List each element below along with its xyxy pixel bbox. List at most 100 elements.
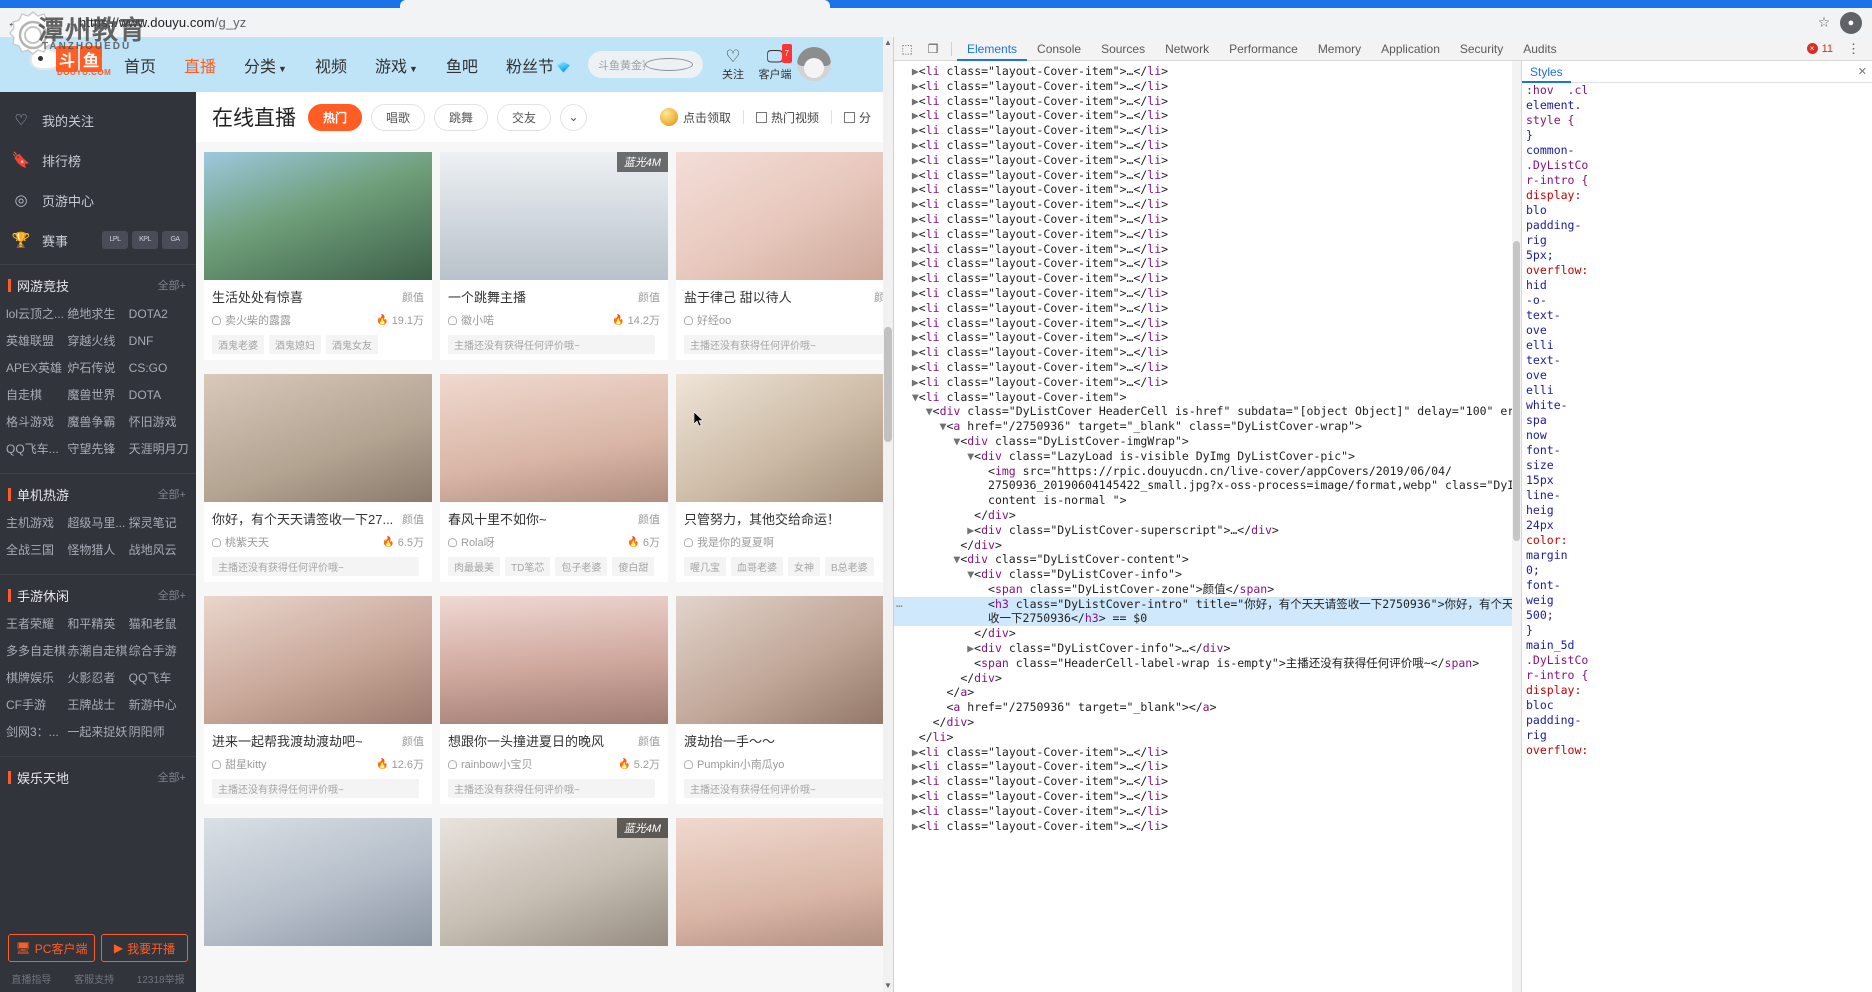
dom-node-line[interactable]: </a> bbox=[894, 685, 1521, 700]
dom-node-line[interactable]: </div> bbox=[894, 626, 1521, 641]
tab-network[interactable]: Network bbox=[1155, 37, 1219, 61]
stream-thumbnail[interactable] bbox=[676, 818, 893, 946]
style-rule-line[interactable]: margin bbox=[1522, 548, 1872, 563]
dom-node-line[interactable]: ▶<li class="layout-Cover-item">…</li> bbox=[894, 286, 1521, 301]
style-rule-line[interactable]: text- bbox=[1522, 308, 1872, 323]
reload-icon[interactable] bbox=[53, 12, 75, 34]
dom-node-line[interactable]: <a href="/2750936" target="_blank"></a> bbox=[894, 700, 1521, 715]
filter-chip-singing[interactable]: 唱歌 bbox=[371, 103, 426, 131]
cat-link[interactable]: 天涯明月刀 bbox=[129, 436, 190, 463]
dom-node-line[interactable]: ▶<li class="layout-Cover-item">…</li> bbox=[894, 774, 1521, 789]
cat-link[interactable]: 魔兽争霸 bbox=[67, 409, 128, 436]
dom-node-line[interactable]: ▶<li class="layout-Cover-item">…</li> bbox=[894, 182, 1521, 197]
forward-arrow-icon[interactable] bbox=[28, 12, 50, 34]
cat-link[interactable]: 炉石传说 bbox=[67, 355, 128, 382]
cat-link[interactable]: DOTA2 bbox=[129, 301, 190, 328]
scrollbar-thumb[interactable] bbox=[1513, 241, 1520, 541]
dom-node-line[interactable]: ▶<li class="layout-Cover-item">…</li> bbox=[894, 345, 1521, 360]
dom-node-line[interactable]: </div> bbox=[894, 715, 1521, 730]
stream-thumbnail[interactable]: 蓝光4M bbox=[440, 152, 668, 280]
tab-styles[interactable]: Styles bbox=[1522, 61, 1571, 83]
style-rule-line[interactable]: 0; bbox=[1522, 563, 1872, 578]
dom-node-line[interactable]: ▶<li class="layout-Cover-item">…</li> bbox=[894, 64, 1521, 79]
cat-link[interactable]: QQ飞车 bbox=[129, 665, 190, 692]
tab-memory[interactable]: Memory bbox=[1308, 37, 1371, 61]
filter-chip-hot[interactable]: 热门 bbox=[308, 103, 363, 131]
dom-node-line[interactable]: </div> bbox=[894, 538, 1521, 553]
hot-video-link[interactable]: 热门视频 bbox=[755, 109, 819, 126]
style-rule-line[interactable]: elli bbox=[1522, 338, 1872, 353]
dom-node-line[interactable]: </div> bbox=[894, 508, 1521, 523]
style-rule-line[interactable]: } bbox=[1522, 623, 1872, 638]
style-rule-line[interactable]: font- bbox=[1522, 578, 1872, 593]
dom-node-line[interactable]: ▶<li class="layout-Cover-item">…</li> bbox=[894, 819, 1521, 834]
cat-link[interactable]: 绝地求生 bbox=[67, 301, 128, 328]
style-rule-line[interactable]: main_5d bbox=[1522, 638, 1872, 653]
cat-link[interactable]: 一起来捉妖 bbox=[67, 719, 128, 746]
stream-thumbnail[interactable] bbox=[204, 152, 432, 280]
stream-thumbnail[interactable] bbox=[204, 374, 432, 502]
dom-node-line[interactable]: ▶<li class="layout-Cover-item">…</li> bbox=[894, 138, 1521, 153]
style-rule-line[interactable]: size bbox=[1522, 458, 1872, 473]
cat-link[interactable]: 赤潮自走棋 bbox=[67, 638, 128, 665]
dom-node-line[interactable]: <span class="HeaderCell-label-wrap is-em… bbox=[894, 656, 1521, 671]
profile-avatar-icon[interactable]: ● bbox=[1840, 11, 1862, 34]
tab-console[interactable]: Console bbox=[1027, 37, 1091, 61]
style-rule-line[interactable]: font- bbox=[1522, 443, 1872, 458]
cat-link[interactable]: 探灵笔记 bbox=[129, 510, 190, 537]
cat-link[interactable]: 剑网3：... bbox=[6, 719, 67, 746]
nav-item-fishbar[interactable]: 鱼吧 bbox=[446, 53, 478, 77]
cat-link[interactable]: 超级马里... bbox=[67, 510, 128, 537]
nav-item-fanfest[interactable]: 粉丝节 bbox=[506, 53, 570, 77]
dom-node-line[interactable]: ▼<div class="DyListCover-info"> bbox=[894, 567, 1521, 582]
dom-node-line[interactable]: ▶<li class="layout-Cover-item">…</li> bbox=[894, 804, 1521, 819]
tab-performance[interactable]: Performance bbox=[1219, 37, 1308, 61]
header-client-button[interactable]: 🖵 7 客户端 bbox=[752, 44, 798, 82]
cat-link[interactable]: 和平精英 bbox=[67, 611, 128, 638]
style-rule-line[interactable]: spa bbox=[1522, 413, 1872, 428]
cat-link[interactable]: 综合手游 bbox=[129, 638, 190, 665]
cat-link[interactable]: 多多自走棋 bbox=[6, 638, 67, 665]
dom-node-line[interactable]: ▶<li class="layout-Cover-item">…</li> bbox=[894, 745, 1521, 760]
dom-node-line[interactable]: </div> bbox=[894, 671, 1521, 686]
cat-link[interactable]: 王牌战士 bbox=[67, 692, 128, 719]
stream-card[interactable]: 蓝光4M 一个跳舞主播 颜值 徽小喏 🔥 14.2万 主播还没有获得任何评价哦~ bbox=[440, 152, 668, 360]
dom-node-line[interactable]: ▶<li class="layout-Cover-item">…</li> bbox=[894, 123, 1521, 138]
nav-item-category[interactable]: 分类 ▼ bbox=[244, 53, 287, 77]
go-live-button[interactable]: ▶ 我要开播 bbox=[101, 934, 188, 962]
cat-link[interactable]: DNF bbox=[129, 328, 190, 355]
dom-node-line[interactable]: 2750936_20190604145422_small.jpg?x-oss-p… bbox=[894, 478, 1521, 493]
tag[interactable]: 酒鬼老婆 bbox=[212, 335, 264, 354]
dom-node-line[interactable]: ▶<div class="DyListCover-info">…</div> bbox=[894, 641, 1521, 656]
footer-link[interactable]: 客服支持 bbox=[74, 971, 114, 986]
pc-client-button[interactable]: 🖥 PC客户端 bbox=[8, 934, 95, 962]
dom-node-line[interactable]: ▶<li class="layout-Cover-item">…</li> bbox=[894, 301, 1521, 316]
dom-node-line[interactable]: ▼<div class="DyListCover-content"> bbox=[894, 552, 1521, 567]
section-all-link[interactable]: 全部+ bbox=[158, 486, 186, 502]
dom-node-line[interactable]: ▶<li class="layout-Cover-item">…</li> bbox=[894, 153, 1521, 168]
tab-active[interactable] bbox=[400, 0, 830, 8]
style-rule-line[interactable]: padding- bbox=[1522, 218, 1872, 233]
dom-node-line[interactable]: ▶<li class="layout-Cover-item">…</li> bbox=[894, 360, 1521, 375]
stream-card[interactable] bbox=[676, 818, 893, 946]
style-rule-line[interactable]: 500; bbox=[1522, 608, 1872, 623]
tag[interactable]: 傻白甜 bbox=[612, 557, 655, 576]
style-rule-line[interactable]: common- bbox=[1522, 143, 1872, 158]
style-rule-line[interactable]: rig bbox=[1522, 233, 1872, 248]
back-arrow-icon[interactable]: ← bbox=[3, 12, 25, 34]
cat-link[interactable]: 主机游戏 bbox=[6, 510, 67, 537]
stream-thumbnail[interactable] bbox=[676, 596, 893, 724]
cat-link[interactable]: 英雄联盟 bbox=[6, 328, 67, 355]
style-rule-line[interactable]: overflow: bbox=[1522, 263, 1872, 278]
scrollbar-thumb[interactable] bbox=[884, 327, 892, 442]
tab-audits[interactable]: Audits bbox=[1513, 37, 1566, 61]
tag[interactable]: TD笔芯 bbox=[505, 557, 551, 576]
style-rule-line[interactable]: heig bbox=[1522, 503, 1872, 518]
kpl-logo-icon[interactable]: KPL bbox=[132, 231, 158, 249]
dom-node-line[interactable]: </li> bbox=[894, 730, 1521, 745]
nav-item-video[interactable]: 视频 bbox=[315, 53, 347, 77]
dom-node-line[interactable]: <span class="DyListCover-zone">颜值</span> bbox=[894, 582, 1521, 597]
cat-link[interactable]: 战地风云 bbox=[129, 537, 190, 564]
filter-chip-friends[interactable]: 交友 bbox=[497, 103, 552, 131]
cat-link[interactable]: 穿越火线 bbox=[67, 328, 128, 355]
